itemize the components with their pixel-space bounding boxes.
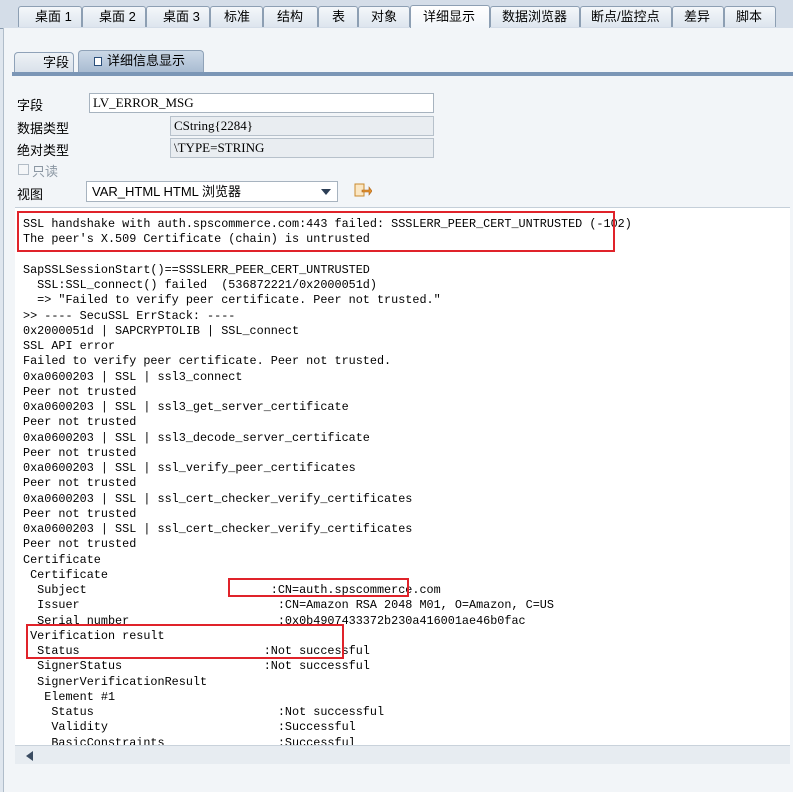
viewer-line: SSL API error (23, 339, 116, 353)
viewer-line: => "Failed to verify peer certificate. P… (37, 293, 441, 308)
abstype-value: \TYPE=STRING (170, 138, 434, 158)
viewer-line: >> ---- SecuSSL ErrStack: ---- (23, 308, 236, 323)
viewer-line: Peer not trusted (23, 476, 137, 491)
viewer-line: Status :Not successful (51, 705, 385, 719)
viewer-line: Element #1 (44, 689, 116, 704)
abstype-label: 绝对类型 (17, 143, 70, 158)
tab-label: 桌面 1 (35, 9, 72, 24)
highlight-ssl-error (17, 211, 615, 252)
subtab-strip: 字段 详细信息显示 (12, 46, 793, 76)
tab-label: 标准 (224, 9, 251, 24)
viewer-line: Certificate (23, 552, 101, 567)
tab-label: 桌面 2 (99, 9, 136, 24)
tab-label: 桌面 3 (163, 9, 200, 24)
viewer-line: 0xa0600203 | SSL | ssl3_connect (23, 369, 243, 384)
tab-label: 结构 (277, 9, 304, 24)
chevron-left-icon[interactable] (26, 751, 33, 761)
viewer-line: 0x2000051d | SAPCRYPTOLIB | SSL_connect (23, 323, 300, 338)
viewer-line: SignerStatus :Not successful (37, 659, 370, 674)
viewer-text: SSL handshake with auth.spscommerce.com:… (23, 217, 632, 746)
readonly-checkbox[interactable] (18, 164, 29, 175)
field-name-input[interactable]: LV_ERROR_MSG (89, 93, 434, 113)
horizontal-scrollbar[interactable] (15, 745, 790, 764)
viewer-line: Validity :Successful (51, 720, 356, 735)
viewer-line: Issuer :CN=Amazon RSA 2048 M01, O=Amazon… (37, 598, 554, 613)
datatype-label: 数据类型 (17, 121, 70, 136)
tab-label: 差异 (684, 9, 711, 24)
tab-label: 断点/监控点 (591, 9, 660, 24)
tab-table[interactable]: 表 (318, 6, 358, 27)
viewer-line: Peer not trusted (23, 415, 137, 430)
highlight-verification-result (26, 624, 344, 659)
field-label: 字段 (17, 98, 44, 113)
viewer-line: Peer not trusted (23, 445, 137, 460)
tab-script[interactable]: 脚本 (724, 6, 776, 27)
subtab-detail-info[interactable]: 详细信息显示 (78, 50, 204, 72)
tab-label: 数据浏览器 (502, 9, 568, 24)
tab-detail-display[interactable]: 详细显示 (410, 5, 490, 28)
document-icon (94, 57, 102, 66)
viewer-line: 0xa0600203 | SSL | ssl_verify_peer_certi… (23, 461, 356, 475)
tab-desktop-3[interactable]: 桌面 3 (146, 6, 210, 27)
subtab-label: 详细信息显示 (107, 53, 186, 68)
tab-structure[interactable]: 结构 (263, 6, 318, 27)
viewer-line: Failed to verify peer certificate. Peer … (23, 354, 392, 369)
readonly-label: 只读 (32, 164, 59, 179)
viewer-line: SSL:SSL_connect() failed (536872221/0x20… (37, 278, 377, 292)
viewer-line: 0xa0600203 | SSL | ssl3_get_server_certi… (23, 400, 349, 414)
view-select-value: VAR_HTML HTML 浏览器 (92, 184, 242, 199)
tab-label: 对象 (371, 9, 398, 24)
html-viewer[interactable]: SSL handshake with auth.spscommerce.com:… (15, 207, 790, 746)
top-tab-strip: 桌面 1 桌面 2 桌面 3 标准 结构 表 对象 详细显示 数据浏览器 断点/… (0, 0, 793, 29)
viewer-line: SapSSLSessionStart()==SSSLERR_PEER_CERT_… (23, 262, 370, 277)
tab-standard[interactable]: 标准 (210, 6, 263, 27)
tab-desktop-1[interactable]: 桌面 1 (18, 6, 82, 27)
datatype-value: CString{2284} (170, 116, 434, 136)
viewer-line: Peer not trusted (23, 537, 137, 552)
viewer-line: 0xa0600203 | SSL | ssl_cert_checker_veri… (23, 522, 413, 536)
highlight-subject (228, 578, 409, 597)
tab-desktop-2[interactable]: 桌面 2 (82, 6, 146, 27)
viewer-line: Peer not trusted (23, 506, 137, 521)
tab-label: 详细显示 (423, 9, 476, 24)
tab-object[interactable]: 对象 (358, 6, 410, 27)
viewer-line: 0xa0600203 | SSL | ssl3_decode_server_ce… (23, 430, 370, 445)
viewer-line: Certificate (30, 567, 108, 582)
viewer-line: Peer not trusted (23, 384, 137, 399)
viewer-line: SignerVerificationResult (37, 674, 208, 689)
tab-breakpoints-watchpoints[interactable]: 断点/监控点 (580, 6, 672, 27)
subtab-label: 字段 (43, 55, 70, 70)
tab-diff[interactable]: 差异 (672, 6, 724, 27)
transfer-icon[interactable] (352, 181, 373, 201)
view-label: 视图 (17, 187, 44, 202)
tab-data-browser[interactable]: 数据浏览器 (490, 6, 580, 27)
tab-label: 脚本 (736, 9, 763, 24)
subtab-field[interactable]: 字段 (14, 52, 74, 72)
viewer-line: 0xa0600203 | SSL | ssl_cert_checker_veri… (23, 491, 413, 506)
tab-label: 表 (332, 9, 346, 24)
view-select[interactable]: VAR_HTML HTML 浏览器 (86, 181, 338, 202)
chevron-down-icon (321, 189, 331, 195)
